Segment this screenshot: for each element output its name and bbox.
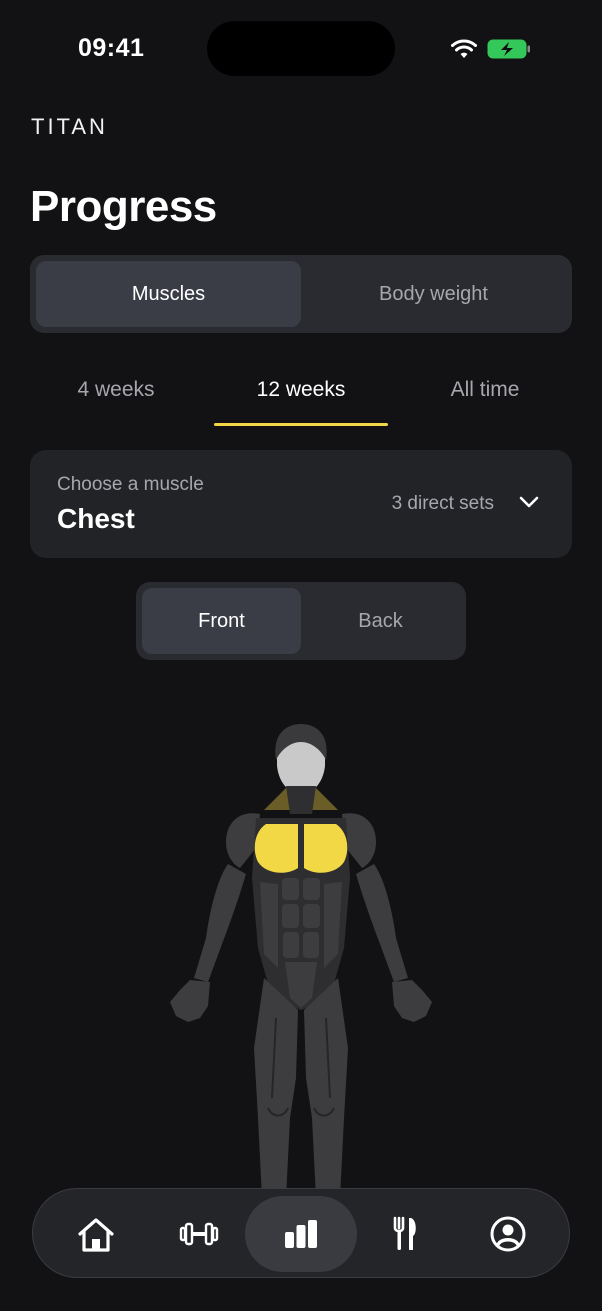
chevron-down-icon <box>519 496 539 508</box>
stats-icon <box>285 1220 317 1248</box>
right-hand <box>392 980 432 1022</box>
muscle-picker[interactable]: Choose a muscle Chest 3 direct sets <box>30 450 572 558</box>
muscle-picker-value: Chest <box>57 503 135 534</box>
tab-12-weeks[interactable]: 12 weeks <box>214 362 388 428</box>
view-option-muscles[interactable]: Muscles <box>36 261 301 327</box>
page-title: Progress <box>30 182 217 231</box>
fork-knife-icon <box>393 1216 416 1250</box>
right-arm <box>356 864 408 982</box>
body-side-switch: Front Back <box>136 582 466 660</box>
dynamic-island <box>207 21 395 76</box>
tab-all-time[interactable]: All time <box>408 362 562 428</box>
left-pectoral-highlight <box>254 824 298 873</box>
right-leg <box>304 978 348 1198</box>
home-icon <box>78 1218 114 1252</box>
status-bar: 09:41 <box>0 0 602 96</box>
app-logo-text: TITAN <box>31 114 108 139</box>
nav-home[interactable] <box>40 1196 152 1272</box>
dumbbell-icon <box>179 1222 219 1246</box>
left-leg <box>254 978 298 1198</box>
body-map-figure <box>170 724 432 1198</box>
nav-workouts[interactable] <box>143 1196 255 1272</box>
right-pectoral-highlight <box>304 824 348 873</box>
nav-nutrition[interactable] <box>349 1196 461 1272</box>
side-option-back[interactable]: Back <box>301 588 460 654</box>
nav-progress[interactable] <box>245 1196 357 1272</box>
battery-charging-icon <box>487 39 530 59</box>
left-arm <box>194 864 246 982</box>
neck <box>286 786 316 814</box>
tab-4-weeks[interactable]: 4 weeks <box>40 362 192 428</box>
range-tabs: 4 weeks 12 weeks All time <box>30 362 572 428</box>
view-option-body-weight[interactable]: Body weight <box>301 261 566 327</box>
profile-icon <box>490 1216 526 1252</box>
nav-profile[interactable] <box>452 1196 564 1272</box>
bottom-navigation <box>32 1188 570 1278</box>
status-time: 09:41 <box>78 34 145 62</box>
wifi-icon <box>451 39 477 58</box>
head <box>275 724 327 794</box>
view-switch: Muscles Body weight <box>30 255 572 333</box>
left-hand <box>170 980 210 1022</box>
muscle-picker-hint: Choose a muscle <box>57 474 204 495</box>
direct-sets-count: 3 direct sets <box>391 493 494 514</box>
side-option-front[interactable]: Front <box>142 588 301 654</box>
